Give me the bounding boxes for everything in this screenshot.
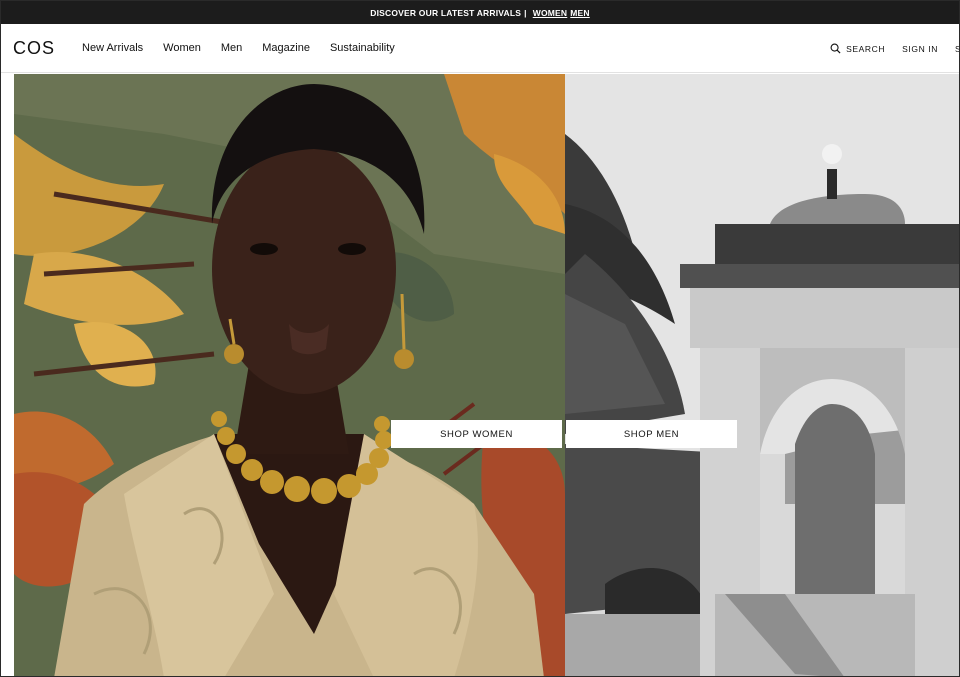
search-icon	[830, 43, 841, 54]
hero-image-women[interactable]	[14, 74, 565, 676]
site-header: COS New Arrivals Women Men Magazine Sust…	[1, 24, 959, 73]
shop-women-button[interactable]: SHOP WOMEN	[391, 420, 562, 448]
women-campaign-image	[14, 74, 565, 676]
nav-men[interactable]: Men	[221, 42, 242, 54]
nav-women[interactable]: Women	[163, 42, 201, 54]
truncated-utility-label: S	[955, 44, 959, 54]
shop-men-button[interactable]: SHOP MEN	[566, 420, 737, 448]
promo-link-women[interactable]: WOMEN	[533, 8, 568, 18]
hero-image-men[interactable]	[565, 74, 959, 676]
promo-link-men[interactable]: MEN	[570, 8, 590, 18]
promo-separator: |	[524, 7, 527, 18]
main-nav: New Arrivals Women Men Magazine Sustaina…	[82, 42, 395, 54]
hero-section: SHOP WOMEN SHOP MEN	[14, 74, 959, 676]
sign-in-button[interactable]: SIGN IN	[902, 44, 938, 54]
page-viewport: DISCOVER OUR LATEST ARRIVALS | WOMEN MEN…	[0, 0, 960, 677]
truncated-utility-item[interactable]: S	[955, 44, 959, 54]
nav-magazine[interactable]: Magazine	[262, 42, 310, 54]
promo-text: DISCOVER OUR LATEST ARRIVALS	[370, 7, 522, 18]
utility-nav: SEARCH SIGN IN S	[830, 24, 959, 73]
sign-in-label: SIGN IN	[902, 43, 938, 54]
search-button[interactable]: SEARCH	[830, 43, 885, 54]
nav-new-arrivals[interactable]: New Arrivals	[82, 42, 143, 54]
men-campaign-image	[565, 74, 959, 676]
promo-bar: DISCOVER OUR LATEST ARRIVALS | WOMEN MEN	[1, 1, 959, 24]
nav-sustainability[interactable]: Sustainability	[330, 42, 395, 54]
search-label: SEARCH	[846, 43, 886, 54]
site-logo[interactable]: COS	[13, 38, 55, 59]
